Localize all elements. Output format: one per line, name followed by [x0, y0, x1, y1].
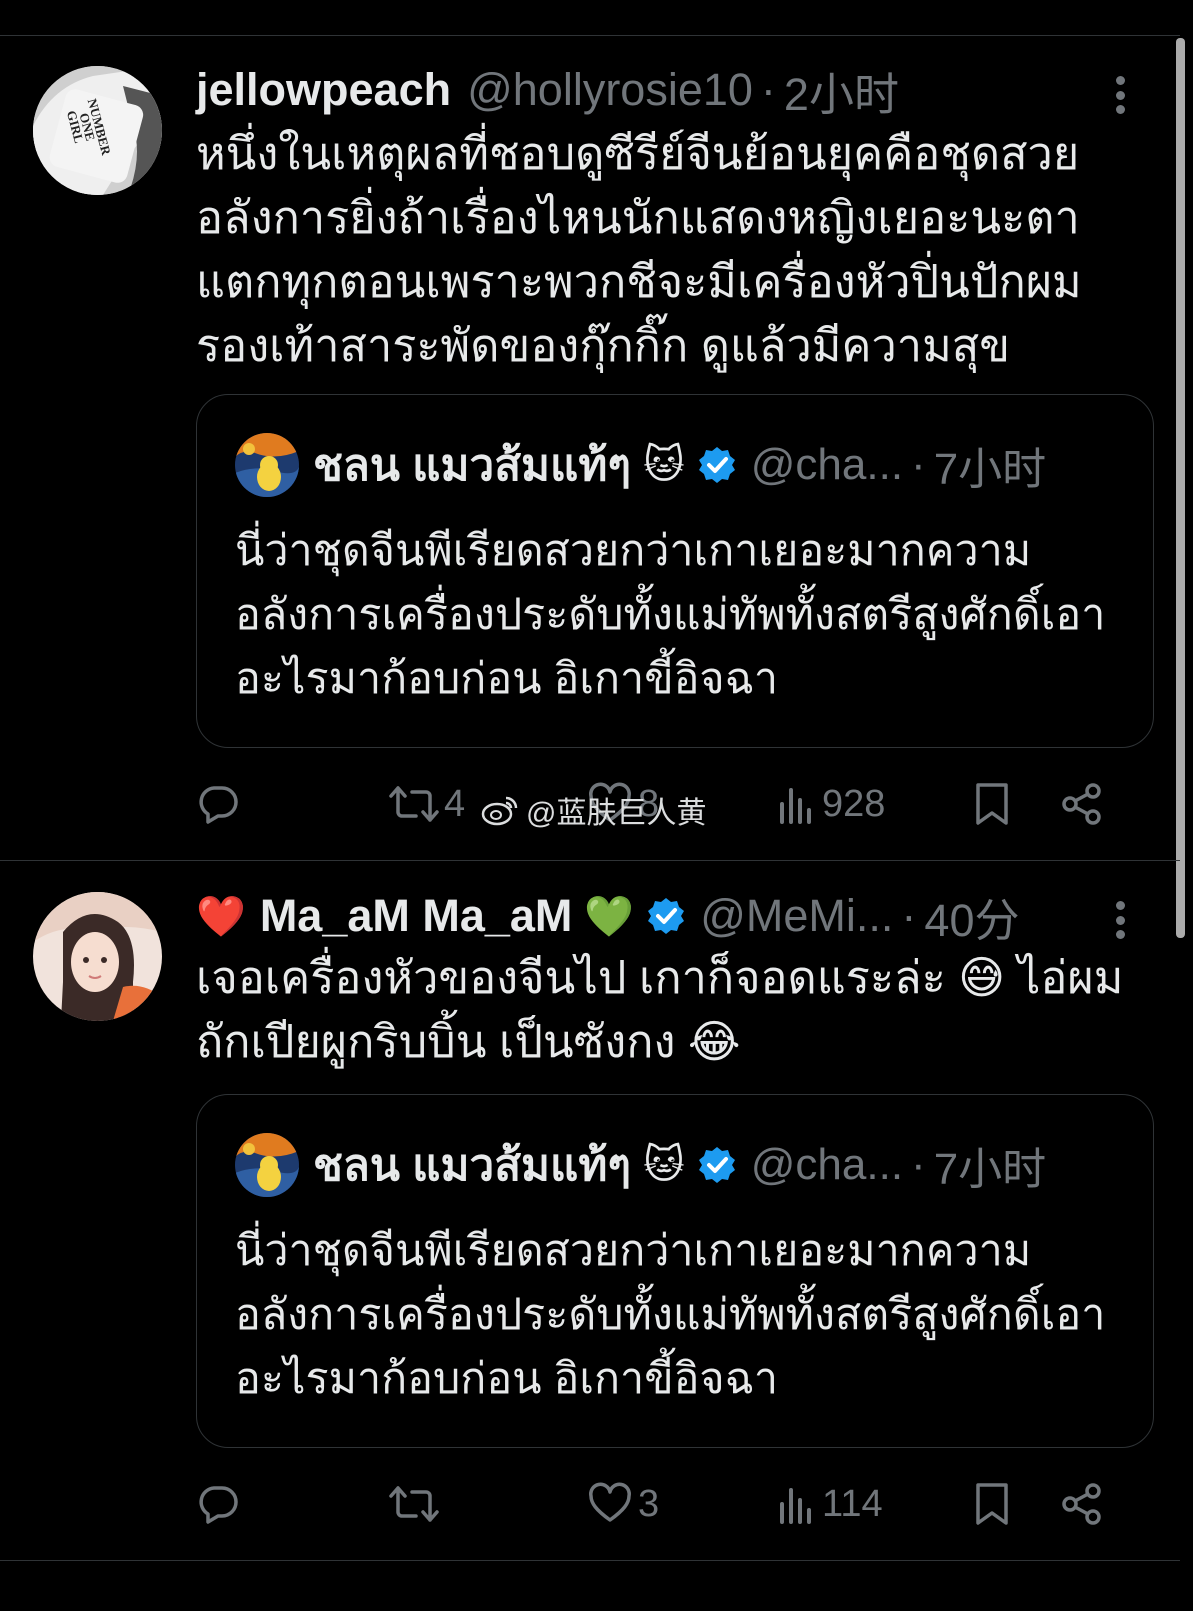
- quote-text: นี่ว่าชุดจีนพีเรียดสวยกว่าเกาเยอะมากความ…: [235, 527, 1106, 703]
- verified-badge-icon: [648, 898, 685, 934]
- quote-avatar: [235, 433, 299, 497]
- quote-handle: @cha...: [750, 1140, 904, 1189]
- avatar-image: NUMBER ONE GIRL: [33, 66, 162, 195]
- tweet-divider: [0, 860, 1180, 861]
- timestamp[interactable]: 2小时: [784, 58, 899, 123]
- quote-avatar: [235, 1133, 299, 1197]
- share-icon: [1062, 1483, 1101, 1525]
- watermark-text: @蓝肤巨人黄: [526, 797, 707, 830]
- weibo-icon: [481, 796, 518, 826]
- handle[interactable]: @hollyrosie10: [467, 64, 753, 116]
- tweet-text: หนึ่งในเหตุผลที่ชอบดูซีรีย์จีนย้อนยุคคือ…: [196, 128, 1082, 371]
- separator-dot: ·: [911, 440, 926, 489]
- views-icon: [780, 1488, 811, 1524]
- repost-icon: [389, 786, 439, 822]
- avatar[interactable]: [33, 892, 162, 1021]
- starry-night-avatar-image: [235, 1133, 299, 1197]
- like-button[interactable]: 3: [588, 1474, 659, 1534]
- verified-badge-icon: [698, 447, 735, 483]
- bookmark-icon: [976, 783, 1008, 825]
- separator-dot: ·: [760, 64, 776, 115]
- views-count: 114: [822, 1482, 883, 1525]
- watermark: @蓝肤巨人黄: [480, 788, 706, 832]
- action-bar: 3 114: [196, 1474, 1156, 1534]
- quote-header: ชลน แมวส้มแท้ๆ 🐱 @cha... · 7小时: [313, 1135, 1046, 1195]
- quoted-tweet[interactable]: ชลน แมวส้มแท้ๆ 🐱 @cha... · 7小时 นี่ว่าชุด…: [196, 1094, 1154, 1448]
- top-divider: [0, 35, 1180, 36]
- quote-text: นี่ว่าชุดจีนพีเรียดสวยกว่าเกาเยอะมากความ…: [235, 1227, 1106, 1403]
- views-button[interactable]: 114: [778, 1474, 883, 1534]
- repost-button[interactable]: [388, 1474, 444, 1534]
- views-button[interactable]: 928: [778, 774, 885, 834]
- views-icon: [780, 788, 811, 824]
- handle[interactable]: @MeMi...: [700, 890, 893, 942]
- tweet-header: ❤️ Ma_aM Ma_aM 💚 @MeMi... · 40分: [196, 890, 1019, 946]
- repost-icon: [389, 1486, 439, 1522]
- quote-timestamp: 7小时: [933, 1145, 1047, 1194]
- repost-count: 4: [444, 782, 466, 825]
- quoted-tweet[interactable]: ชลน แมวส้มแท้ๆ 🐱 @cha... · 7小时 นี่ว่าชุด…: [196, 394, 1154, 748]
- starry-night-avatar-image: [235, 433, 299, 497]
- tweet-text: เจอเครื่องหัวของจีนไป เกาก็จอดแระล่ะ 😅 ไ…: [196, 952, 1124, 1067]
- repost-button[interactable]: 4: [388, 774, 465, 834]
- more-icon[interactable]: [1112, 70, 1128, 120]
- like-count: 3: [638, 1482, 660, 1525]
- separator-dot: ·: [911, 1140, 926, 1189]
- separator-dot: ·: [901, 890, 917, 941]
- scrollbar[interactable]: [1176, 38, 1185, 938]
- share-button[interactable]: [1060, 774, 1104, 834]
- bookmark-button[interactable]: [972, 774, 1012, 834]
- more-icon[interactable]: [1112, 895, 1128, 945]
- reply-button[interactable]: [196, 1474, 240, 1534]
- bookmark-icon: [976, 1483, 1008, 1525]
- avatar-image: [33, 892, 162, 1021]
- green-heart-emoji: 💚: [584, 894, 635, 939]
- reply-icon: [199, 786, 238, 824]
- share-button[interactable]: [1060, 1474, 1104, 1534]
- like-icon: [589, 1482, 631, 1522]
- quote-header: ชลน แมวส้มแท้ๆ 🐱 @cha... · 7小时: [313, 435, 1046, 495]
- share-icon: [1062, 783, 1101, 825]
- quote-timestamp: 7小时: [933, 445, 1047, 494]
- heart-emoji: ❤️: [196, 894, 246, 939]
- timestamp[interactable]: 40分: [924, 884, 1019, 949]
- reply-icon: [199, 1486, 238, 1524]
- views-count: 928: [822, 782, 886, 825]
- quote-display-name: ชลน แมวส้มแท้ๆ: [313, 441, 632, 490]
- tweet-divider: [0, 1560, 1180, 1561]
- bookmark-button[interactable]: [972, 1474, 1012, 1534]
- display-name[interactable]: Ma_aM Ma_aM: [260, 890, 573, 942]
- reply-button[interactable]: [196, 774, 240, 834]
- quote-display-name: ชลน แมวส้มแท้ๆ: [313, 1141, 632, 1190]
- display-name[interactable]: jellowpeach: [196, 64, 451, 116]
- quote-handle: @cha...: [750, 440, 904, 489]
- cat-emoji: 🐱: [643, 443, 685, 487]
- tweet-header: jellowpeach @hollyrosie10 · 2小时: [196, 64, 899, 120]
- cat-emoji: 🐱: [643, 1143, 685, 1187]
- verified-badge-icon: [698, 1147, 735, 1183]
- avatar[interactable]: NUMBER ONE GIRL: [33, 66, 162, 195]
